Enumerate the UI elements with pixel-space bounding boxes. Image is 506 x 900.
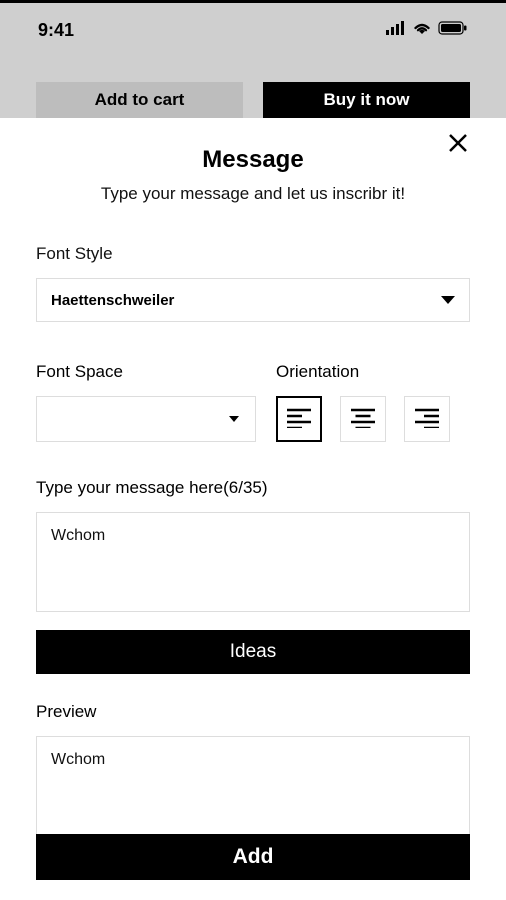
chevron-down-icon: [229, 416, 239, 422]
font-style-select[interactable]: Haettenschweiler: [36, 278, 470, 322]
font-style-label: Font Style: [36, 244, 470, 264]
orientation-label: Orientation: [276, 362, 470, 382]
message-modal: Message Type your message and let us ins…: [0, 118, 506, 900]
add-button[interactable]: Add: [36, 834, 470, 880]
message-input-label: Type your message here(6/35): [36, 478, 470, 498]
add-to-cart-button[interactable]: Add to cart: [36, 82, 243, 118]
preview-label: Preview: [36, 702, 470, 722]
modal-title: Message: [36, 146, 470, 174]
align-right-button[interactable]: [404, 396, 450, 442]
align-center-icon: [351, 408, 375, 431]
cellular-signal-icon: [386, 21, 406, 40]
status-time: 9:41: [38, 20, 74, 41]
modal-subtitle: Type your message and let us inscribr it…: [36, 184, 470, 204]
close-button[interactable]: [440, 126, 476, 162]
ideas-button[interactable]: Ideas: [36, 630, 470, 674]
chevron-down-icon: [441, 296, 455, 304]
message-input[interactable]: Wchom: [36, 512, 470, 612]
battery-icon: [438, 21, 468, 40]
align-center-button[interactable]: [340, 396, 386, 442]
align-left-icon: [287, 408, 311, 431]
align-left-button[interactable]: [276, 396, 322, 442]
status-indicators: [386, 21, 468, 40]
font-space-label: Font Space: [36, 362, 256, 382]
product-action-buttons: Add to cart Buy it now: [0, 82, 506, 118]
message-input-value: Wchom: [51, 527, 105, 544]
font-style-value: Haettenschweiler: [51, 292, 174, 309]
align-right-icon: [415, 408, 439, 431]
status-bar: 9:41: [0, 0, 506, 60]
wifi-icon: [412, 21, 432, 40]
font-space-select[interactable]: [36, 396, 256, 442]
close-icon: [448, 133, 468, 156]
preview-value: Wchom: [51, 751, 105, 768]
preview-box: Wchom: [36, 736, 470, 836]
buy-it-now-button[interactable]: Buy it now: [263, 82, 470, 118]
